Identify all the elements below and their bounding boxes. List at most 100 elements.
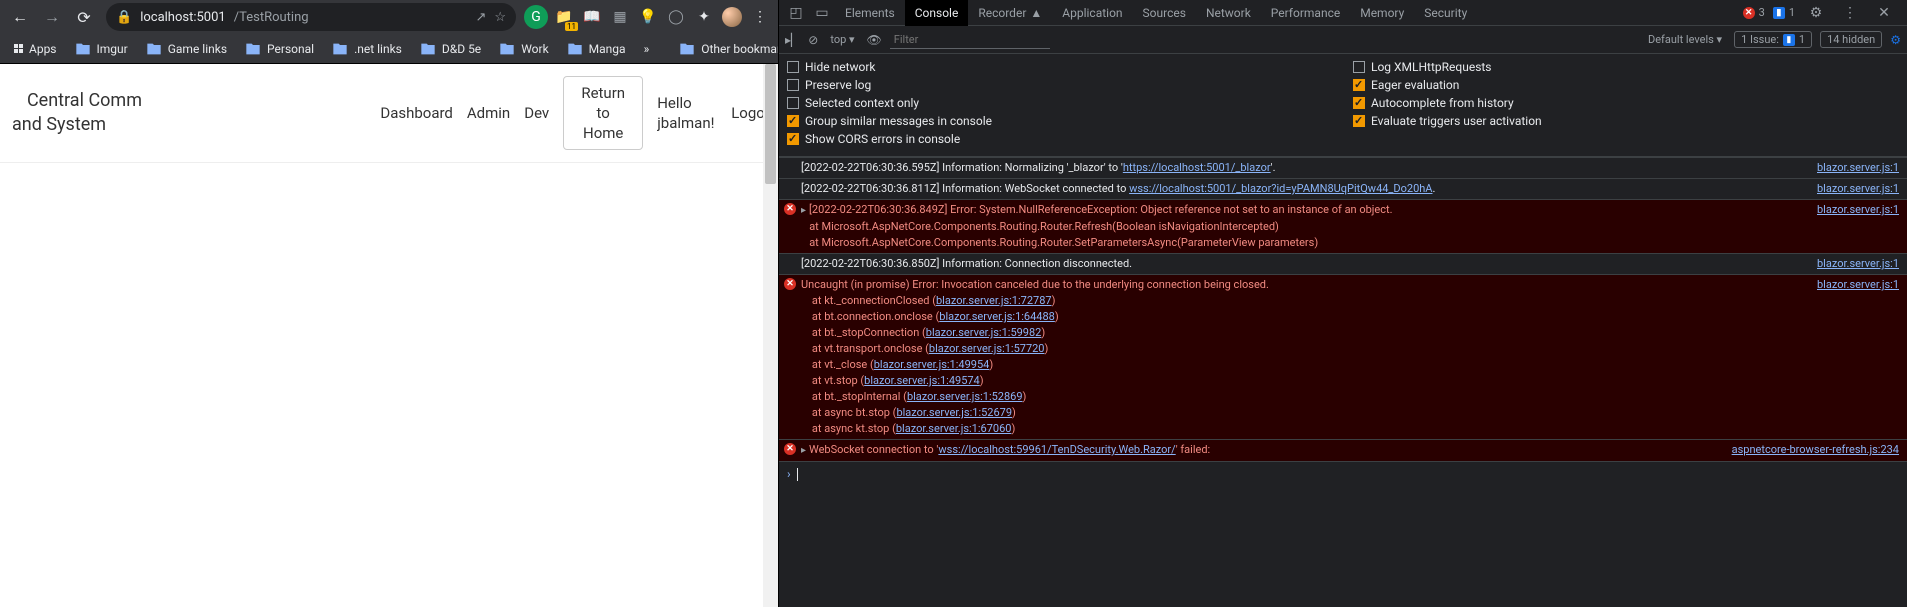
- tab-elements[interactable]: Elements: [835, 0, 905, 26]
- console-sidebar-toggle-icon[interactable]: ▸▏: [785, 33, 800, 47]
- bulb-icon[interactable]: 💡: [636, 5, 660, 29]
- profile-avatar[interactable]: [720, 5, 744, 29]
- live-expression-icon[interactable]: 👁: [867, 33, 882, 47]
- extension-folder-icon[interactable]: 📁11: [552, 5, 576, 29]
- news-icon[interactable]: ▦: [608, 5, 632, 29]
- setting-label: Show CORS errors in console: [805, 132, 960, 146]
- log-source-link[interactable]: blazor.server.js:1: [1809, 181, 1899, 197]
- app-brand[interactable]: Central Comm and System: [12, 89, 142, 137]
- reload-button[interactable]: ⟳: [70, 3, 98, 31]
- log-inline-link[interactable]: wss://localhost:59961/TenDSecurity.Web.R…: [938, 443, 1175, 456]
- stack-link[interactable]: blazor.server.js:1:57720: [929, 342, 1045, 355]
- console-log-error[interactable]: ✕▸WebSocket connection to 'wss://localho…: [779, 439, 1907, 461]
- extensions-icon[interactable]: ✦: [692, 5, 716, 29]
- device-toolbar-icon[interactable]: ▭: [809, 0, 835, 26]
- setting-evaluate-triggers-user-activation[interactable]: Evaluate triggers user activation: [1353, 112, 1899, 130]
- setting-preserve-log[interactable]: Preserve log: [787, 76, 1333, 94]
- tab-performance[interactable]: Performance: [1261, 0, 1350, 26]
- nav-dev[interactable]: Dev: [524, 104, 549, 122]
- setting-group-similar-messages-in-console[interactable]: Group similar messages in console: [787, 112, 1333, 130]
- stack-link[interactable]: blazor.server.js:1:67060: [896, 422, 1012, 435]
- setting-eager-evaluation[interactable]: Eager evaluation: [1353, 76, 1899, 94]
- bookmark-net-links[interactable]: .net links: [324, 37, 410, 61]
- grammarly-icon[interactable]: G: [524, 5, 548, 29]
- issues-badge[interactable]: ▮1: [1773, 6, 1795, 19]
- stack-link[interactable]: blazor.server.js:1:52869: [907, 390, 1023, 403]
- nav-admin[interactable]: Admin: [467, 104, 510, 122]
- expand-arrow-icon[interactable]: ▸: [801, 443, 809, 459]
- bookmarks-overflow[interactable]: »: [636, 38, 658, 60]
- console-log-info[interactable]: [2022-02-22T06:30:36.850Z] Information: …: [779, 253, 1907, 274]
- circle-icon[interactable]: ◯: [664, 5, 688, 29]
- log-source-link[interactable]: aspnetcore-browser-refresh.js:234: [1724, 442, 1899, 458]
- stack-link[interactable]: blazor.server.js:1:52679: [896, 406, 1012, 419]
- tab-application[interactable]: Application: [1052, 0, 1132, 26]
- stack-link[interactable]: blazor.server.js:1:72787: [936, 294, 1052, 307]
- stack-link[interactable]: blazor.server.js:1:59982: [926, 326, 1042, 339]
- star-icon[interactable]: ☆: [494, 10, 506, 25]
- page-scrollbar[interactable]: [763, 64, 778, 607]
- book-icon[interactable]: 📖: [580, 5, 604, 29]
- stack-link[interactable]: blazor.server.js:1:49954: [874, 358, 990, 371]
- tab-memory[interactable]: Memory: [1350, 0, 1414, 26]
- prompt-icon: ›: [787, 466, 791, 482]
- setting-log-xmlhttprequests[interactable]: Log XMLHttpRequests: [1353, 58, 1899, 76]
- setting-autocomplete-from-history[interactable]: Autocomplete from history: [1353, 94, 1899, 112]
- setting-selected-context-only[interactable]: Selected context only: [787, 94, 1333, 112]
- bookmark-work[interactable]: Work: [491, 37, 556, 61]
- log-message: [2022-02-22T06:30:36.595Z] Information: …: [801, 160, 1805, 176]
- tab-security[interactable]: Security: [1414, 0, 1477, 26]
- stack-link[interactable]: blazor.server.js:1:49574: [864, 374, 980, 387]
- log-source-link[interactable]: blazor.server.js:1: [1809, 202, 1899, 218]
- log-inline-link[interactable]: https://localhost:5001/_blazor: [1123, 161, 1271, 174]
- devtools-close-icon[interactable]: ✕: [1871, 0, 1897, 26]
- nav-return-home[interactable]: Return to Home: [563, 76, 643, 150]
- share-icon[interactable]: ↗: [475, 10, 486, 25]
- expand-arrow-icon[interactable]: ▸: [801, 203, 809, 219]
- console-output[interactable]: [2022-02-22T06:30:36.595Z] Information: …: [779, 157, 1907, 607]
- bookmark-game-links[interactable]: Game links: [138, 37, 235, 61]
- bookmark-dnd[interactable]: D&D 5e: [412, 37, 489, 61]
- context-dropdown[interactable]: top ▾: [826, 31, 858, 48]
- log-inline-link[interactable]: wss://localhost:5001/_blazor?id=yPAMN8Uq…: [1129, 182, 1432, 195]
- log-source-link[interactable]: blazor.server.js:1: [1809, 160, 1899, 176]
- tab-console[interactable]: Console: [905, 0, 969, 26]
- checkbox-icon: [1353, 115, 1365, 127]
- filter-input[interactable]: [890, 31, 1050, 49]
- error-count-badge[interactable]: ✕3: [1743, 6, 1765, 19]
- menu-icon[interactable]: ⋮: [748, 5, 772, 29]
- bookmark-personal[interactable]: Personal: [237, 37, 322, 61]
- issues-pill[interactable]: 1 Issue:▮1: [1734, 31, 1812, 48]
- log-message: [2022-02-22T06:30:36.850Z] Information: …: [801, 256, 1805, 272]
- checkbox-icon: [787, 115, 799, 127]
- console-prompt[interactable]: ›: [779, 461, 1907, 486]
- setting-show-cors-errors-in-console[interactable]: Show CORS errors in console: [787, 130, 1333, 148]
- nav-dashboard[interactable]: Dashboard: [380, 104, 453, 122]
- inspect-icon[interactable]: ◰: [783, 0, 809, 26]
- devtools-settings-icon[interactable]: ⚙: [1803, 0, 1829, 26]
- setting-hide-network[interactable]: Hide network: [787, 58, 1333, 76]
- console-log-error[interactable]: ✕▸[2022-02-22T06:30:36.849Z] Error: Syst…: [779, 199, 1907, 253]
- hidden-pill[interactable]: 14 hidden: [1820, 31, 1882, 48]
- clear-console-icon[interactable]: ⊘: [808, 33, 818, 47]
- console-log-info[interactable]: [2022-02-22T06:30:36.811Z] Information: …: [779, 178, 1907, 199]
- stack-link[interactable]: blazor.server.js:1:64488: [939, 310, 1055, 323]
- checkbox-icon: [787, 97, 799, 109]
- browser-toolbar: ← → ⟳ 🔒 localhost:5001/TestRouting ↗ ☆ G…: [0, 0, 778, 34]
- console-settings-icon[interactable]: ⚙: [1890, 33, 1901, 47]
- console-log-error[interactable]: ✕Uncaught (in promise) Error: Invocation…: [779, 274, 1907, 439]
- tab-network[interactable]: Network: [1196, 0, 1261, 26]
- tab-recorder[interactable]: Recorder▲: [968, 0, 1052, 26]
- bookmark-manga[interactable]: Manga: [559, 37, 634, 61]
- apps-shortcut[interactable]: Apps: [6, 38, 65, 60]
- url-bar[interactable]: 🔒 localhost:5001/TestRouting ↗ ☆: [106, 3, 516, 31]
- tab-sources[interactable]: Sources: [1133, 0, 1196, 26]
- back-button[interactable]: ←: [6, 3, 34, 31]
- levels-dropdown[interactable]: Default levels ▾: [1644, 31, 1726, 48]
- bookmark-imgur[interactable]: Imgur: [67, 37, 136, 61]
- console-log-info[interactable]: [2022-02-22T06:30:36.595Z] Information: …: [779, 157, 1907, 178]
- devtools-menu-icon[interactable]: ⋮: [1837, 0, 1863, 26]
- log-source-link[interactable]: blazor.server.js:1: [1809, 256, 1899, 272]
- log-source-link[interactable]: blazor.server.js:1: [1809, 277, 1899, 293]
- forward-button[interactable]: →: [38, 3, 66, 31]
